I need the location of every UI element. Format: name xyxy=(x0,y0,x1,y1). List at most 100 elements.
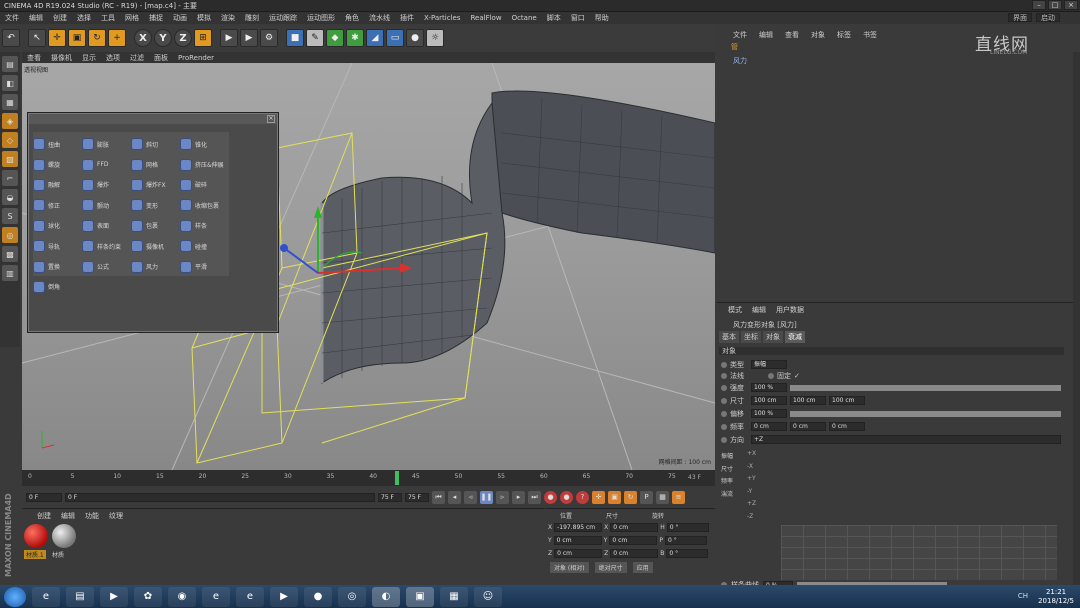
direction-option[interactable]: -Z xyxy=(747,511,756,524)
pla-key-icon[interactable]: ▦ xyxy=(656,490,669,504)
pos-key-icon[interactable]: ✛ xyxy=(592,490,605,504)
attribute-tab[interactable]: 基本 xyxy=(719,331,739,343)
direction-dropdown[interactable]: +Z xyxy=(751,435,1061,444)
texture-mode-icon[interactable]: ▦ xyxy=(2,94,18,110)
menu-item[interactable]: 工具 xyxy=(96,13,120,23)
size-z-field[interactable]: 100 cm xyxy=(829,396,865,405)
c4d-icon[interactable]: ◐ xyxy=(372,586,400,607)
max-frame-field[interactable]: 75 F xyxy=(405,492,429,502)
deformer-item[interactable]: 融解 xyxy=(33,175,82,195)
goto-start-icon[interactable]: ⏮ xyxy=(432,490,445,504)
environment-icon[interactable]: ◢ xyxy=(366,29,384,47)
attribute-menu-item[interactable]: 用户数据 xyxy=(771,305,809,315)
app-icon-2[interactable]: ◉ xyxy=(168,586,196,607)
object-menu-item[interactable]: 标签 xyxy=(831,30,857,40)
close-button[interactable]: × xyxy=(1064,0,1078,10)
ie-icon[interactable]: e xyxy=(32,586,60,607)
material-ball-red[interactable] xyxy=(24,524,48,548)
size-x-field[interactable]: 100 cm xyxy=(751,396,787,405)
start-frame-field[interactable]: 0 F xyxy=(26,492,62,502)
rot-b-field[interactable]: 0 ° xyxy=(666,549,709,558)
deformer-item[interactable]: FFD xyxy=(82,154,131,174)
next-key-icon[interactable]: ▸ xyxy=(512,490,525,504)
next-frame-icon[interactable]: ▹ xyxy=(496,490,509,504)
deformer-item[interactable]: 修正 xyxy=(33,195,82,215)
menu-item[interactable]: 运动图形 xyxy=(302,13,340,23)
size-y-field[interactable]: 100 cm xyxy=(790,396,826,405)
deformer-item[interactable]: 斜切 xyxy=(131,134,180,154)
media-icon[interactable]: ▶ xyxy=(100,586,128,607)
app-icon-5[interactable]: ☺ xyxy=(474,586,502,607)
deformer-item[interactable]: 倒角 xyxy=(33,277,82,297)
edge-icon[interactable]: e xyxy=(202,586,230,607)
object-menu-item[interactable]: 对象 xyxy=(805,30,831,40)
deformer-item[interactable]: 爆炸 xyxy=(82,175,131,195)
autokey-icon[interactable]: ● xyxy=(560,490,573,504)
menu-item[interactable]: 创建 xyxy=(48,13,72,23)
attribute-menu-item[interactable]: 编辑 xyxy=(747,305,771,315)
viewport-menu-item[interactable]: 显示 xyxy=(77,53,101,63)
menu-item[interactable]: 窗口 xyxy=(566,13,590,23)
scale-key-icon[interactable]: ▣ xyxy=(608,490,621,504)
pause-icon[interactable]: ❚❚ xyxy=(480,490,493,504)
cube-icon[interactable]: ■ xyxy=(286,29,304,47)
deformer-item[interactable]: 球化 xyxy=(33,216,82,236)
param-key-icon[interactable]: P xyxy=(640,490,653,504)
menu-item[interactable]: 网格 xyxy=(120,13,144,23)
object-menu-item[interactable]: 编辑 xyxy=(753,30,779,40)
end-frame-field[interactable]: 75 F xyxy=(378,492,402,502)
player-icon[interactable]: ▶ xyxy=(270,586,298,607)
viewport-menu-item[interactable]: 面板 xyxy=(149,53,173,63)
strength-field[interactable]: 100 % xyxy=(751,383,787,392)
freq-z-field[interactable]: 0 cm xyxy=(829,422,865,431)
tweak-icon[interactable]: ◒ xyxy=(2,189,18,205)
menu-item[interactable]: 运动跟踪 xyxy=(264,13,302,23)
deformer-item[interactable]: 公式 xyxy=(82,256,131,276)
close-icon[interactable]: × xyxy=(267,115,275,123)
prev-frame-icon[interactable]: ◃ xyxy=(464,490,477,504)
add-icon[interactable]: + xyxy=(108,29,126,47)
deformer-item[interactable]: 网格 xyxy=(131,154,180,174)
menu-item[interactable]: 流水线 xyxy=(364,13,395,23)
lock-icon[interactable]: ▩ xyxy=(2,246,18,262)
axis-mode-icon[interactable]: ⌐ xyxy=(2,170,18,186)
snap-icon[interactable]: S xyxy=(2,208,18,224)
direction-option[interactable]: +Z xyxy=(747,498,756,511)
deformer-item[interactable]: 包裹 xyxy=(131,216,180,236)
green-app-icon[interactable]: ● xyxy=(304,586,332,607)
menu-item[interactable]: 模拟 xyxy=(192,13,216,23)
viewport-menu-item[interactable]: 摄像机 xyxy=(46,53,77,63)
deformer-item[interactable]: 扭曲 xyxy=(33,134,82,154)
falloff-graph[interactable] xyxy=(781,525,1057,580)
make-editable-icon[interactable]: ▤ xyxy=(2,56,18,72)
deformer-item[interactable]: 平滑 xyxy=(180,256,229,276)
deformer-item[interactable]: 风力 xyxy=(131,256,180,276)
range-slider[interactable]: 0 F xyxy=(65,492,375,502)
size-z-field[interactable]: 0 cm xyxy=(610,549,659,558)
deformer-item[interactable]: 收缩包裹 xyxy=(180,195,229,215)
pos-y-field[interactable]: 0 cm xyxy=(553,536,602,545)
deformer-item[interactable]: 膨胀 xyxy=(82,134,131,154)
material-menu-item[interactable]: 编辑 xyxy=(56,511,80,521)
rot-p-field[interactable]: 0 ° xyxy=(664,536,707,545)
menu-item[interactable]: RealFlow xyxy=(465,14,506,22)
object-menu-item[interactable]: 书签 xyxy=(857,30,883,40)
workplane-icon[interactable]: ◎ xyxy=(2,227,18,243)
pos-z-field[interactable]: 0 cm xyxy=(554,549,603,558)
undo-icon[interactable]: ↶ xyxy=(2,29,20,47)
menu-item[interactable]: 文件 xyxy=(0,13,24,23)
timeline-icon[interactable]: ≡ xyxy=(672,490,685,504)
freq-y-field[interactable]: 0 cm xyxy=(790,422,826,431)
menu-item[interactable]: 编辑 xyxy=(24,13,48,23)
strength-slider[interactable] xyxy=(790,384,1061,391)
type-dropdown[interactable]: 振幅 xyxy=(751,360,787,369)
material-menu-item[interactable]: 纹理 xyxy=(104,511,128,521)
menu-item[interactable]: Octane xyxy=(507,14,542,22)
coord-system-icon[interactable]: ⊞ xyxy=(194,29,212,47)
layout-dropdown[interactable]: 启动 xyxy=(1036,13,1060,22)
deformer-item[interactable]: 导轨 xyxy=(33,236,82,256)
deformer-icon[interactable]: ✱ xyxy=(346,29,364,47)
offset-field[interactable]: 100 % xyxy=(751,409,787,418)
goto-end-icon[interactable]: ⏭ xyxy=(528,490,541,504)
viewport-menu-item[interactable]: ProRender xyxy=(173,54,219,62)
